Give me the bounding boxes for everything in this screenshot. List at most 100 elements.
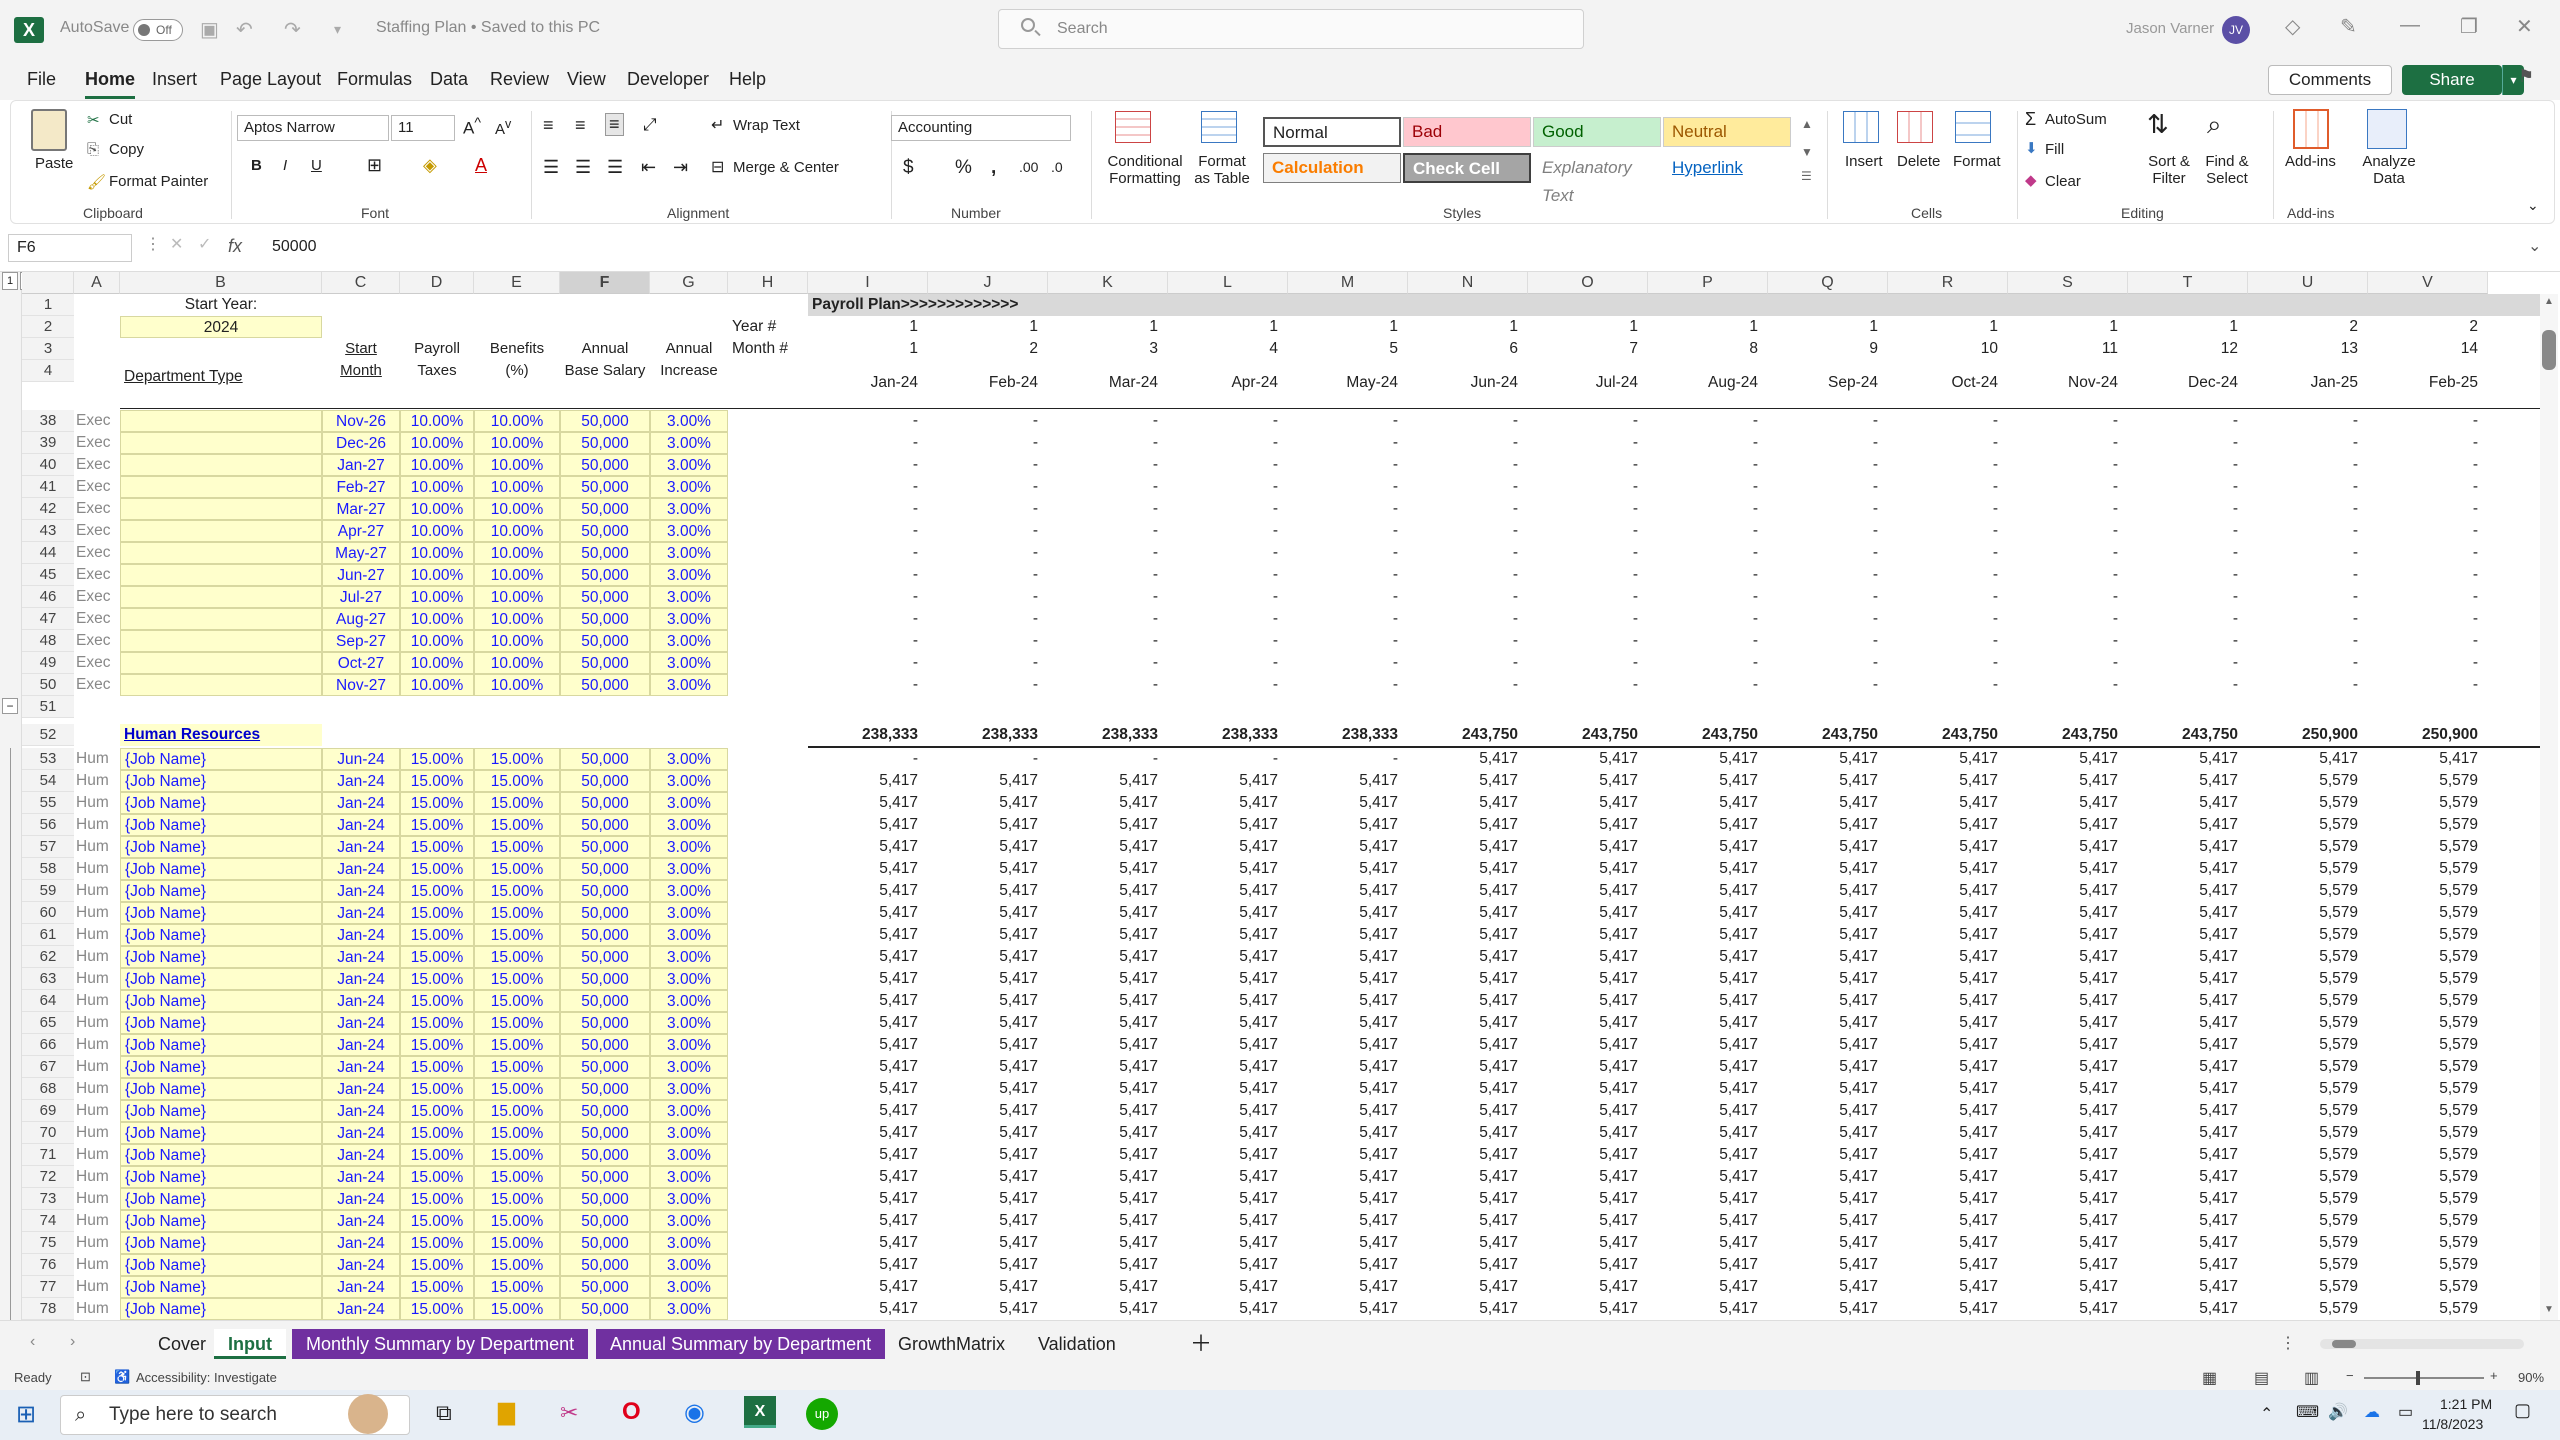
- job-name-input[interactable]: [120, 432, 322, 454]
- payroll-tax-input[interactable]: 15.00%: [400, 1276, 474, 1298]
- base-salary-input[interactable]: 50,000: [560, 652, 650, 674]
- row-header[interactable]: 46: [22, 586, 74, 608]
- align-left-icon[interactable]: ☰: [543, 157, 559, 178]
- start-month-input[interactable]: Jan-24: [322, 836, 400, 858]
- row-header[interactable]: 57: [22, 836, 74, 858]
- annual-increase-input[interactable]: 3.00%: [650, 1122, 728, 1144]
- annual-increase-input[interactable]: 3.00%: [650, 630, 728, 652]
- comma-icon[interactable]: ,: [991, 157, 996, 179]
- payroll-tax-input[interactable]: 15.00%: [400, 1254, 474, 1276]
- paste-button[interactable]: Paste: [35, 155, 73, 172]
- annual-increase-input[interactable]: 3.00%: [650, 1100, 728, 1122]
- format-painter-icon[interactable]: 🖌: [87, 173, 106, 191]
- column-header[interactable]: A: [74, 272, 120, 294]
- zoom-slider-thumb[interactable]: [2416, 1371, 2420, 1385]
- payroll-tax-input[interactable]: 10.00%: [400, 652, 474, 674]
- payroll-tax-input[interactable]: 10.00%: [400, 432, 474, 454]
- annual-increase-input[interactable]: 3.00%: [650, 410, 728, 432]
- column-header[interactable]: J: [928, 272, 1048, 294]
- start-month-input[interactable]: Jan-24: [322, 1166, 400, 1188]
- find-select-button[interactable]: Find & Select: [2195, 153, 2259, 187]
- fill-color-icon[interactable]: ◈: [423, 155, 437, 176]
- benefits-input[interactable]: 15.00%: [474, 1166, 560, 1188]
- start-month-input[interactable]: Nov-26: [322, 410, 400, 432]
- style-neutral[interactable]: Neutral: [1663, 117, 1791, 147]
- payroll-tax-input[interactable]: 15.00%: [400, 1232, 474, 1254]
- scroll-up-icon[interactable]: ▲: [2542, 296, 2556, 307]
- row-header[interactable]: 60: [22, 902, 74, 924]
- payroll-tax-input[interactable]: 10.00%: [400, 630, 474, 652]
- row-header[interactable]: 56: [22, 814, 74, 836]
- payroll-tax-input[interactable]: 15.00%: [400, 814, 474, 836]
- benefits-input[interactable]: 10.00%: [474, 410, 560, 432]
- style-explanatory-text[interactable]: Explanatory Text: [1533, 153, 1661, 205]
- benefits-input[interactable]: 15.00%: [474, 1078, 560, 1100]
- enter-icon[interactable]: ✓: [198, 234, 211, 254]
- annual-increase-input[interactable]: 3.00%: [650, 1232, 728, 1254]
- job-name-input[interactable]: {Job Name}: [120, 814, 322, 836]
- more-options-icon[interactable]: ⋮: [145, 234, 161, 254]
- column-header[interactable]: G: [650, 272, 728, 294]
- payroll-tax-input[interactable]: 15.00%: [400, 1078, 474, 1100]
- base-salary-input[interactable]: 50,000: [560, 1100, 650, 1122]
- tray-volume-icon[interactable]: 🔊: [2328, 1402, 2348, 1422]
- base-salary-input[interactable]: 50,000: [560, 608, 650, 630]
- payroll-tax-input[interactable]: 15.00%: [400, 902, 474, 924]
- format-painter-button[interactable]: Format Painter: [109, 173, 208, 190]
- zoom-level[interactable]: 90%: [2518, 1370, 2544, 1385]
- payroll-tax-input[interactable]: 15.00%: [400, 1034, 474, 1056]
- tray-chevron-icon[interactable]: ⌃: [2260, 1404, 2273, 1424]
- annual-increase-input[interactable]: 3.00%: [650, 1188, 728, 1210]
- base-salary-input[interactable]: 50,000: [560, 836, 650, 858]
- annual-increase-input[interactable]: 3.00%: [650, 608, 728, 630]
- base-salary-input[interactable]: 50,000: [560, 630, 650, 652]
- column-header[interactable]: H: [728, 272, 808, 294]
- benefits-input[interactable]: 15.00%: [474, 1034, 560, 1056]
- add-sheet-icon[interactable]: ＋: [1176, 1329, 1226, 1359]
- column-header[interactable]: O: [1528, 272, 1648, 294]
- base-salary-input[interactable]: 50,000: [560, 1144, 650, 1166]
- base-salary-input[interactable]: 50,000: [560, 432, 650, 454]
- row-header[interactable]: 64: [22, 990, 74, 1012]
- start-month-input[interactable]: Jul-27: [322, 586, 400, 608]
- vertical-scroll-thumb[interactable]: [2542, 330, 2556, 370]
- tab-help[interactable]: Help: [729, 69, 766, 90]
- row-header[interactable]: 74: [22, 1210, 74, 1232]
- base-salary-input[interactable]: 50,000: [560, 1122, 650, 1144]
- annual-increase-input[interactable]: 3.00%: [650, 586, 728, 608]
- format-as-table-icon[interactable]: [1201, 111, 1237, 143]
- row-header[interactable]: 63: [22, 968, 74, 990]
- payroll-tax-input[interactable]: 15.00%: [400, 1012, 474, 1034]
- row-header[interactable]: 71: [22, 1144, 74, 1166]
- benefits-input[interactable]: 15.00%: [474, 748, 560, 770]
- job-name-input[interactable]: {Job Name}: [120, 770, 322, 792]
- annual-increase-input[interactable]: 3.00%: [650, 1298, 728, 1320]
- base-salary-input[interactable]: 50,000: [560, 968, 650, 990]
- start-month-input[interactable]: Jan-24: [322, 946, 400, 968]
- job-name-input[interactable]: {Job Name}: [120, 858, 322, 880]
- column-header[interactable]: F: [560, 272, 650, 294]
- benefits-input[interactable]: 15.00%: [474, 1298, 560, 1320]
- job-name-input[interactable]: {Job Name}: [120, 1078, 322, 1100]
- tray-cloud-icon[interactable]: ☁: [2364, 1402, 2380, 1422]
- payroll-tax-input[interactable]: 15.00%: [400, 968, 474, 990]
- row-header[interactable]: 75: [22, 1232, 74, 1254]
- styles-more-icon[interactable]: ☰: [1801, 169, 1812, 183]
- row-header[interactable]: 49: [22, 652, 74, 674]
- benefits-input[interactable]: 15.00%: [474, 1056, 560, 1078]
- horizontal-scrollbar[interactable]: [2320, 1339, 2524, 1349]
- annual-increase-input[interactable]: 3.00%: [650, 924, 728, 946]
- search-input[interactable]: Search: [998, 9, 1584, 49]
- benefits-input[interactable]: 15.00%: [474, 1012, 560, 1034]
- base-salary-input[interactable]: 50,000: [560, 1078, 650, 1100]
- base-salary-input[interactable]: 50,000: [560, 410, 650, 432]
- payroll-tax-input[interactable]: 10.00%: [400, 498, 474, 520]
- base-salary-input[interactable]: 50,000: [560, 1298, 650, 1320]
- base-salary-input[interactable]: 50,000: [560, 792, 650, 814]
- opera-icon[interactable]: O: [622, 1398, 641, 1426]
- style-good[interactable]: Good: [1533, 117, 1661, 147]
- job-name-input[interactable]: [120, 630, 322, 652]
- column-header[interactable]: R: [1888, 272, 2008, 294]
- row-header[interactable]: 77: [22, 1276, 74, 1298]
- row-header[interactable]: 43: [22, 520, 74, 542]
